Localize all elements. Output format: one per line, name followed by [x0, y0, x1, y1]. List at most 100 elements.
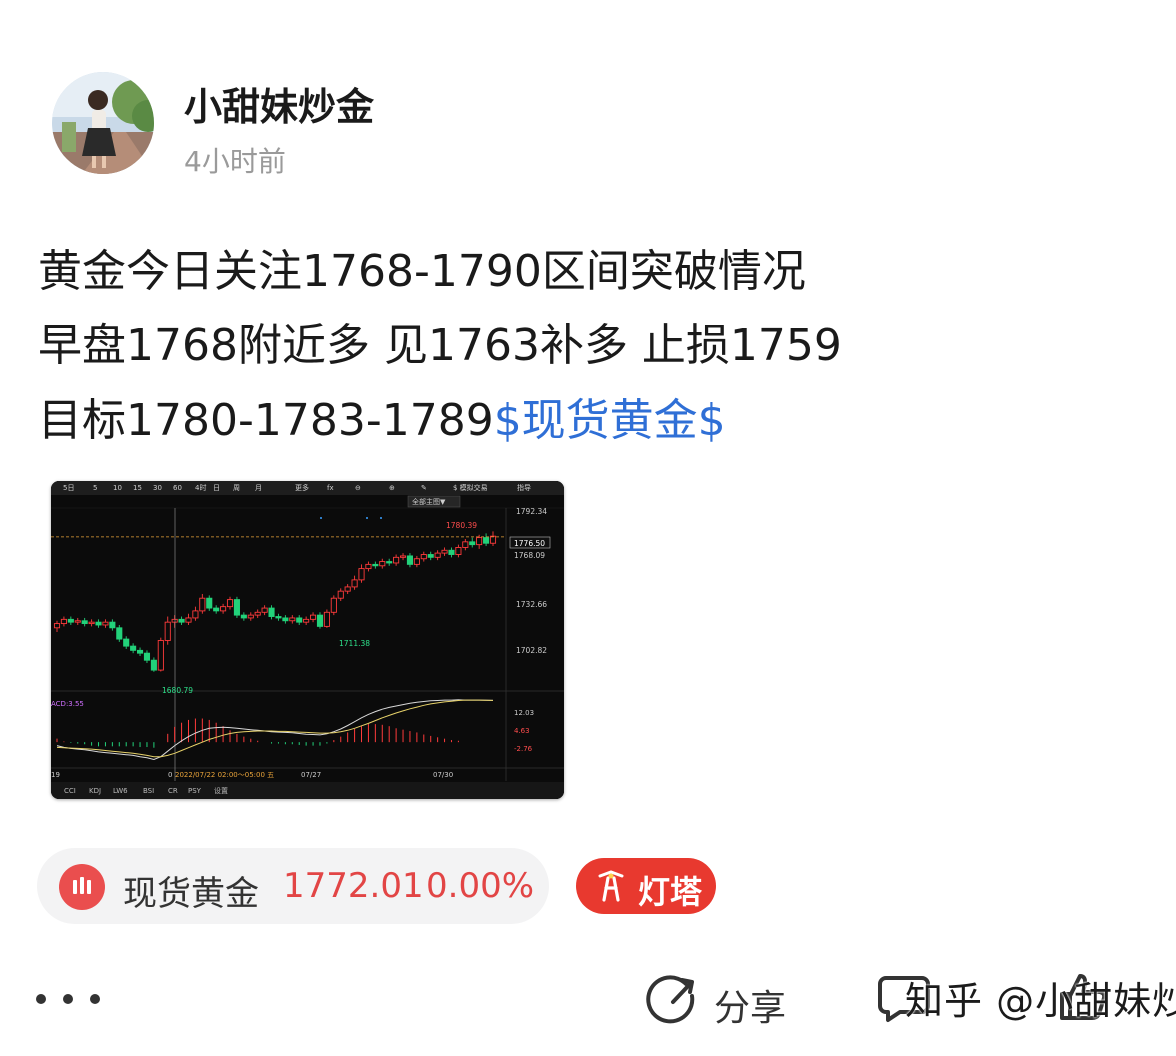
candle-body [344, 586, 351, 592]
more-dot [36, 994, 46, 1004]
candle-body [351, 579, 358, 588]
candle-body [303, 618, 310, 623]
candle-body [289, 617, 296, 622]
candle-body [427, 554, 434, 558]
candle-body [247, 614, 254, 619]
macd-level-3: -2.76 [514, 745, 533, 753]
share-label: 分享 [714, 988, 787, 1029]
indicator-tab[interactable]: 设置 [214, 786, 228, 795]
toolbar-item[interactable]: 30 [153, 484, 162, 492]
candle-body [157, 640, 164, 671]
post-time: 4小时前 [184, 145, 286, 178]
candle-body [358, 568, 365, 581]
candle-body [206, 597, 213, 609]
price-level-3: 1732.66 [516, 600, 547, 609]
candle-body [386, 561, 393, 564]
cursor-prefix: 0 [168, 771, 172, 779]
candle-body [399, 555, 407, 558]
toolbar-item[interactable]: 5 [93, 484, 97, 492]
lighthouse-icon [598, 870, 624, 902]
post-text-line-3: 目标1780-1783-1789$现货黄金$ [38, 393, 726, 449]
chart-image[interactable]: 5日 5 10 15 30 60 4时日 周 月 更多 fx ⊖ ⊕ ✎ $ 模拟交易 指导 全部主图▼ 17… [51, 481, 564, 799]
macd-level-1: 12.03 [514, 709, 534, 717]
candle-body [372, 563, 379, 567]
toolbar-item[interactable]: 日 [213, 484, 220, 492]
date-label-2: 07/30 [433, 771, 453, 779]
toolbar-item[interactable]: 15 [133, 484, 142, 492]
toolbar-item[interactable]: 更多 [295, 483, 309, 492]
toolbar-item[interactable]: 4时 [195, 483, 206, 492]
toolbar-item[interactable]: ⊖ [355, 484, 361, 492]
candle-body [261, 607, 268, 613]
toolbar-item[interactable]: 周 [233, 484, 240, 492]
candle-body [441, 549, 448, 554]
macd-level-2: 4.63 [514, 727, 530, 735]
beacon-label: 灯塔 [638, 873, 703, 911]
toolbar-item[interactable]: 60 [173, 484, 182, 492]
indicator-tab[interactable]: CCI [64, 787, 76, 795]
candle-body [192, 610, 199, 619]
price-level-reference: 1768.09 [514, 551, 545, 560]
post-text-targets: 目标1780-1783-1789 [38, 395, 494, 446]
author-name[interactable]: 小甜妹炒金 [184, 76, 374, 131]
candle-body [282, 617, 289, 622]
candle-body [296, 617, 303, 623]
candle-body [143, 652, 151, 661]
toolbar-item[interactable]: ✎ [421, 484, 427, 492]
stock-quote-card[interactable]: 现货黄金 1772.01 0.00% [37, 848, 549, 924]
indicator-tab[interactable]: CR [168, 787, 178, 795]
toolbar-item[interactable]: 5日 [63, 484, 74, 492]
more-dot [90, 994, 100, 1004]
share-icon [646, 975, 695, 1024]
date-label-left: 19 [51, 771, 60, 779]
toolbar-item[interactable]: 指导 [517, 483, 531, 492]
toolbar-item[interactable]: 月 [255, 484, 262, 492]
low-annotation-1: 1680.79 [162, 686, 193, 695]
toolbar-item[interactable]: ⊕ [389, 484, 395, 492]
topic-link-spot-gold[interactable]: $现货黄金$ [494, 395, 726, 446]
chart-toolbar-items: 5日 5 10 15 30 60 4时日 周 月 更多 fx ⊖ ⊕ ✎ $ 模拟交易 指导 [63, 483, 531, 492]
candle-body [164, 621, 171, 641]
candle-body [95, 621, 102, 626]
quote-name: 现货黄金 [123, 874, 259, 914]
post-text-line-1: 黄金今日关注1768-1790区间突破情况 [38, 246, 806, 297]
quote-price: 1772.01 [283, 866, 424, 906]
price-level-4: 1702.82 [516, 646, 547, 655]
candle-body [53, 623, 61, 629]
candle-body [220, 606, 227, 612]
toolbar-item[interactable]: $ 模拟交易 [453, 483, 488, 492]
indicator-tab[interactable]: LW6 [113, 787, 128, 795]
candle-body [60, 618, 67, 625]
toolbar-item[interactable]: 10 [113, 484, 122, 492]
candle-body [150, 659, 157, 671]
toolbar-item[interactable]: fx [327, 484, 334, 492]
candle-body [483, 537, 490, 544]
candle-body [123, 638, 130, 647]
share-button[interactable]: 分享 [646, 970, 796, 1030]
candle-body [462, 541, 469, 548]
candle-body [316, 614, 324, 627]
candle-body [455, 547, 462, 555]
more-options-button[interactable] [34, 984, 104, 1014]
indicator-tab[interactable]: BSI [143, 787, 154, 795]
candle-body [448, 549, 455, 555]
candle-body [213, 607, 220, 612]
candle-body [476, 537, 483, 546]
low-annotation-2: 1711.38 [339, 639, 370, 648]
indicator-tab[interactable]: PSY [188, 787, 202, 795]
candlestick-chart: 5日 5 10 15 30 60 4时日 周 月 更多 fx ⊖ ⊕ ✎ $ 模拟交易 指导 全部主图▼ 17… [51, 481, 564, 799]
main-chart-selector[interactable]: 全部主图▼ [412, 497, 446, 506]
candle-body [74, 620, 81, 623]
beacon-button[interactable]: 灯塔 [576, 858, 716, 914]
chart-bars-icon [59, 864, 105, 910]
candle-body [240, 614, 247, 619]
candle-body [233, 599, 240, 616]
candle-body [393, 556, 400, 564]
candle-body [67, 618, 74, 623]
post-text-line-2: 早盘1768附近多 见1763补多 止损1759 [38, 320, 842, 371]
candle-body [109, 621, 116, 629]
indicator-tab[interactable]: KDJ [89, 787, 101, 795]
candle-body [88, 621, 95, 625]
author-avatar[interactable] [52, 72, 154, 174]
avatar-photo [52, 72, 154, 174]
